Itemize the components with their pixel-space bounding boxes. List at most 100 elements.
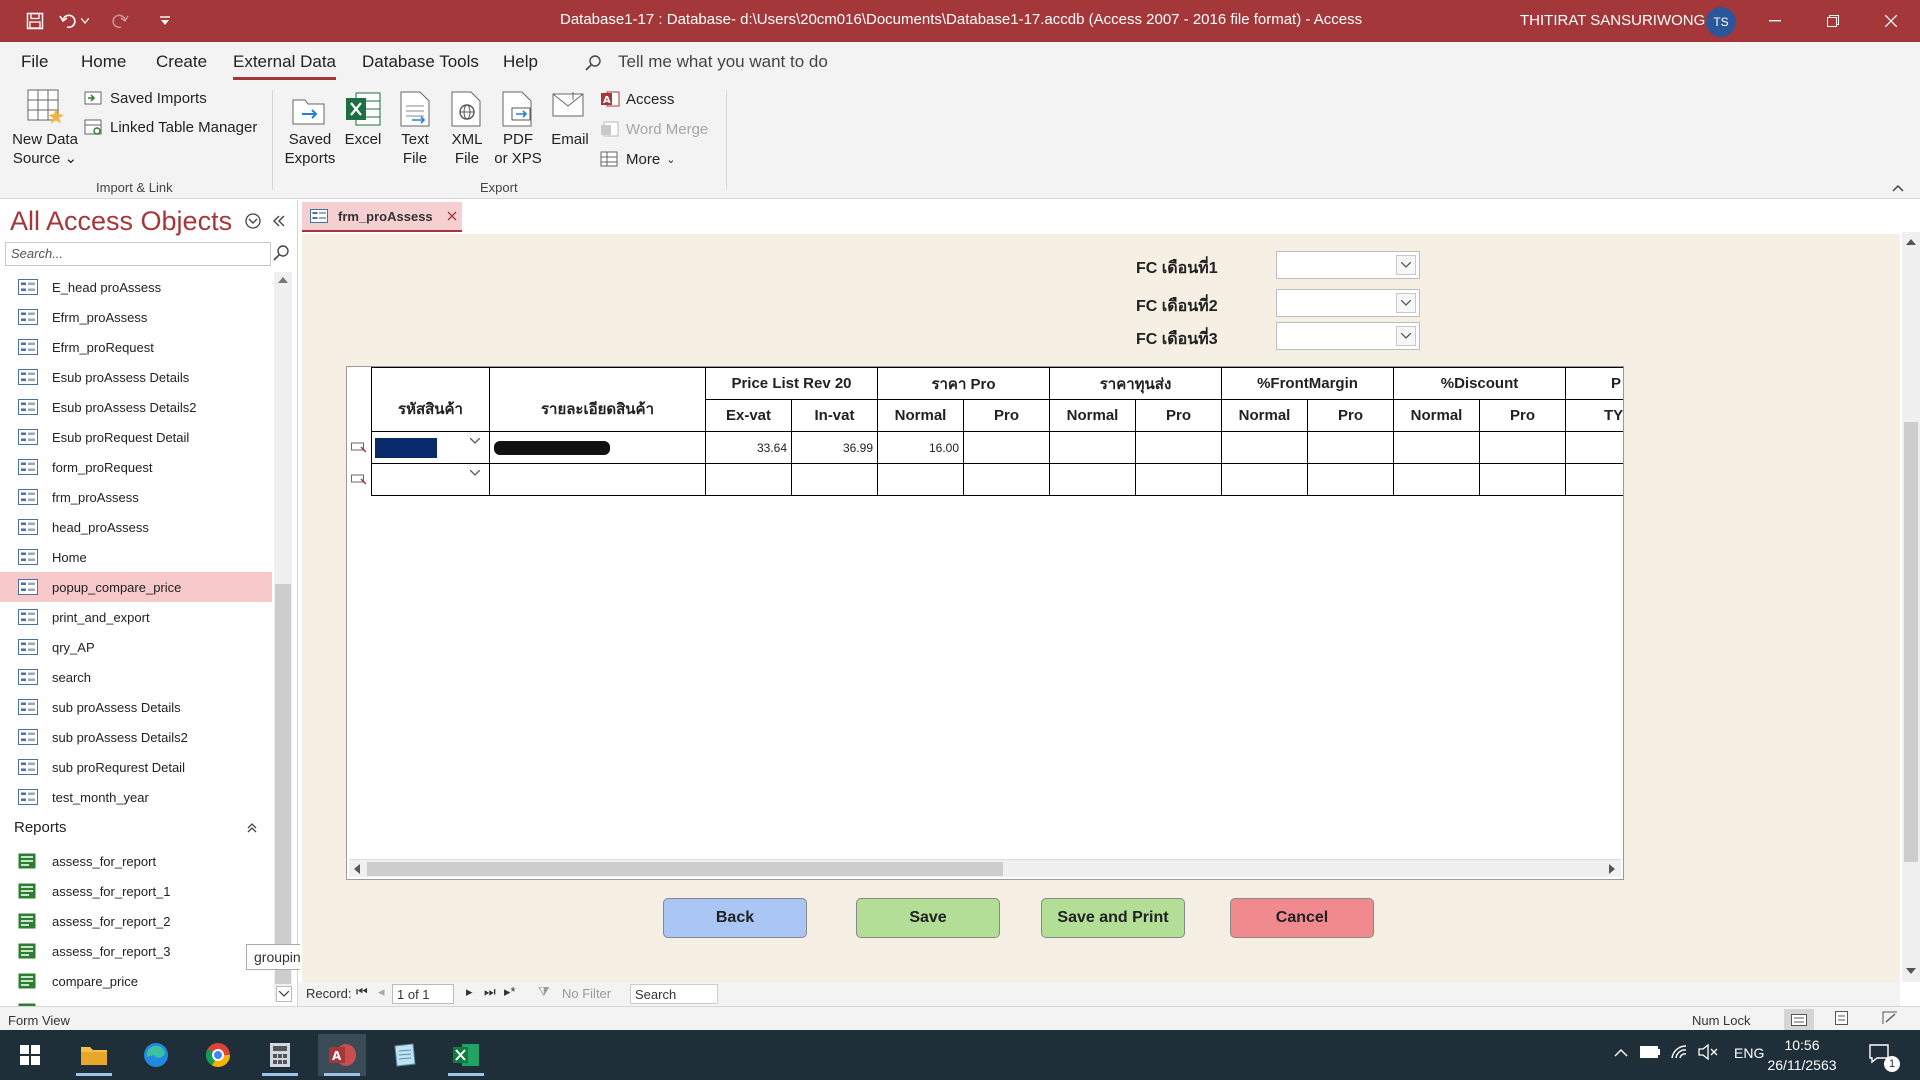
saved-imports-button[interactable]: Saved Imports [84,89,207,107]
nav-form-item[interactable]: Efrm_proRequest [0,332,272,362]
tell-me-input[interactable]: Tell me what you want to do [618,52,828,72]
col-header-cost-pro[interactable]: Pro [1136,400,1222,432]
nav-form-item[interactable]: popup_compare_price [0,572,272,602]
col-header-product-code[interactable]: รหัสสินค้า [371,367,490,432]
record-position-input[interactable]: 1 of 1 [392,984,454,1004]
scroll-up-icon[interactable] [278,276,288,283]
scroll-down-icon[interactable] [1906,968,1916,975]
avatar[interactable]: TS [1706,7,1736,37]
row1-margin-normal[interactable] [1222,432,1308,464]
minimize-icon[interactable] [1752,0,1798,42]
undo-dropdown-icon[interactable] [78,9,92,33]
fc-month1-combo[interactable] [1276,251,1420,279]
volume-muted-icon[interactable] [1698,1044,1718,1060]
restore-icon[interactable] [1810,0,1856,42]
row2-margin-pro[interactable] [1308,464,1394,496]
nav-form-item[interactable]: form_proRequest [0,452,272,482]
linked-table-manager-button[interactable]: Linked Table Manager [84,118,257,136]
chevron-down-icon[interactable] [470,438,480,444]
more-export-button[interactable]: More ⌄ [600,150,675,168]
pdf-xps-icon[interactable] [500,90,538,128]
col-header-in-vat[interactable]: In-vat [792,400,878,432]
tab-home[interactable]: Home [81,52,126,72]
nav-search-input[interactable]: Search... [5,242,271,266]
nav-form-item[interactable]: sub proAssess Details2 [0,722,272,752]
col-header-type[interactable]: TYPE [1566,400,1623,432]
excel-taskbar-icon[interactable] [442,1034,490,1076]
col-header-cost-normal[interactable]: Normal [1050,400,1136,432]
row2-in-vat[interactable] [792,464,878,496]
new-record-selector-icon[interactable] [351,473,367,485]
nav-report-item[interactable]: assess_for_report [0,846,272,876]
nav-scroll-thumb[interactable] [275,584,291,984]
row1-product-code-combo[interactable] [371,432,490,464]
filter-status[interactable]: No Filter [562,986,611,1001]
nav-form-item[interactable]: frm_proAssess [0,482,272,512]
col-header-margin-normal[interactable]: Normal [1222,400,1308,432]
windows-start-icon[interactable] [6,1034,54,1076]
nav-form-item[interactable]: Esub proAssess Details [0,362,272,392]
design-view-icon[interactable] [1882,1011,1898,1025]
tab-frm-proassess[interactable]: frm_proAssess [302,202,462,232]
text-file-export-button[interactable]: Text File [392,130,438,168]
row1-discount-normal[interactable] [1394,432,1480,464]
wifi-icon[interactable] [1670,1044,1688,1060]
close-tab-icon[interactable] [447,211,457,221]
nav-scrollbar[interactable] [274,272,292,1002]
nav-form-item[interactable]: Esub proAssess Details2 [0,392,272,422]
saved-exports-button[interactable]: Saved Exports [280,130,340,168]
close-icon[interactable] [1868,0,1914,42]
chevron-down-icon[interactable] [1396,326,1416,346]
nav-menu-icon[interactable] [244,212,262,230]
subform-hscroll-thumb[interactable] [367,862,1003,876]
col-header-discount-pro[interactable]: Pro [1480,400,1566,432]
xml-file-export-button[interactable]: XML File [444,130,490,168]
collapse-ribbon-icon[interactable] [1892,184,1904,192]
nav-form-item[interactable]: qry_AP [0,632,272,662]
tray-chevron-up-icon[interactable] [1614,1048,1628,1057]
access-taskbar-icon[interactable]: A [318,1034,366,1076]
taskbar-clock[interactable]: 10:56 26/11/2563 [1752,1035,1852,1075]
customize-qat-icon[interactable] [152,9,178,33]
nav-dropdown-icon[interactable] [276,986,292,1002]
collapse-pane-icon[interactable] [272,214,286,228]
new-data-source-button[interactable]: New Data Source ⌄ [8,130,82,168]
nav-pane-title[interactable]: All Access Objects [10,206,232,237]
row2-product-code-combo[interactable] [371,464,490,496]
col-header-pro-pro[interactable]: Pro [964,400,1050,432]
edge-browser-icon[interactable] [132,1034,180,1076]
row2-pro-pro[interactable] [964,464,1050,496]
nav-form-item[interactable]: search [0,662,272,692]
col-header-product-detail[interactable]: รายละเอียดสินค้า [490,367,706,432]
no-filter-icon[interactable]: ⧩ [538,984,550,1000]
tab-create[interactable]: Create [156,52,207,72]
fc-month3-combo[interactable] [1276,322,1420,350]
saved-exports-icon[interactable] [290,90,328,128]
row2-cost-normal[interactable] [1050,464,1136,496]
nav-form-item[interactable]: sub proAssess Details [0,692,272,722]
nav-form-item[interactable]: sub proRequrest Detail [0,752,272,782]
text-file-icon[interactable] [398,90,432,128]
row1-type[interactable] [1566,432,1623,464]
nav-form-item[interactable]: head_proAssess [0,512,272,542]
row2-product-detail[interactable] [490,464,706,496]
next-record-icon[interactable]: ▸ [466,984,473,1000]
file-explorer-icon[interactable] [70,1034,118,1076]
email-export-button[interactable]: Email [546,130,594,149]
chevron-down-icon[interactable] [470,470,480,476]
row2-type[interactable] [1566,464,1623,496]
col-header-discount-normal[interactable]: Normal [1394,400,1480,432]
nav-form-item[interactable]: E_head proAssess [0,272,272,302]
form-view-icon[interactable] [1784,1009,1814,1031]
calculator-icon[interactable] [256,1034,304,1076]
access-export-button[interactable]: A Access [600,90,674,108]
xml-file-icon[interactable] [449,90,485,128]
search-icon[interactable] [272,244,290,262]
chrome-icon[interactable] [194,1034,242,1076]
nav-report-item[interactable]: compare_price [0,966,272,996]
nav-form-item[interactable]: Esub proRequest Detail [0,422,272,452]
save-button[interactable]: Save [856,898,1000,938]
excel-icon[interactable] [344,90,382,128]
nav-form-item[interactable]: print_and_export [0,602,272,632]
new-data-source-icon[interactable] [26,88,66,128]
